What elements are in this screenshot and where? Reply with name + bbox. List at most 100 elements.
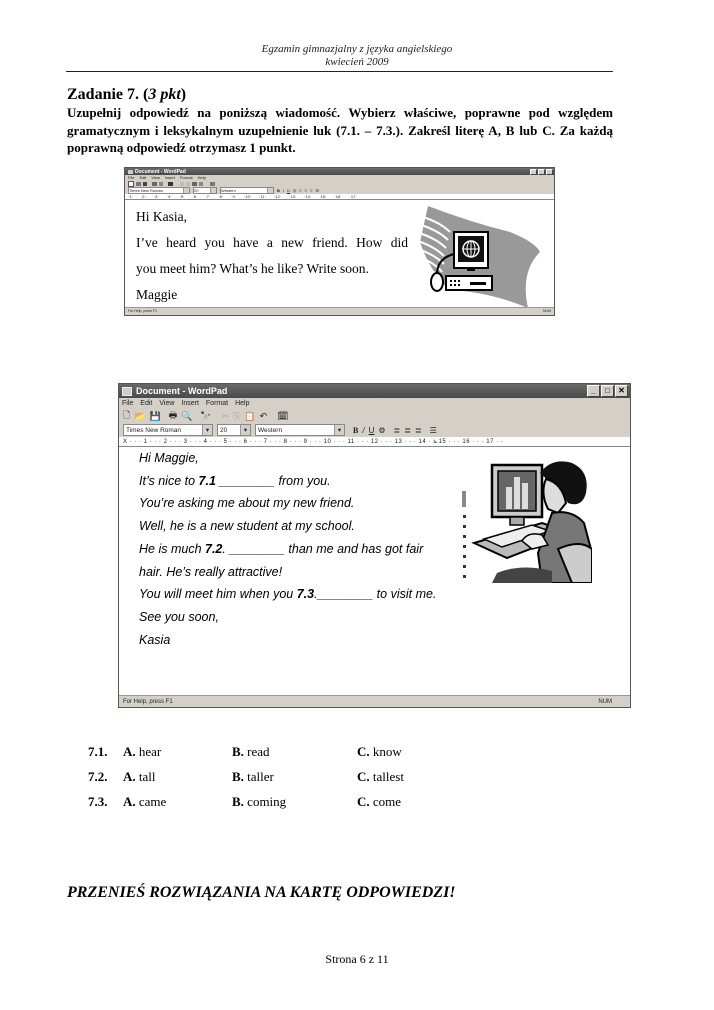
script-select[interactable]: Western ▾ xyxy=(255,424,345,436)
exam-header-date: kwiecień 2009 xyxy=(325,56,389,68)
format-bar: Times New Roman 20 Western B I U ◎ ≡ ≡ ≡… xyxy=(125,187,554,194)
save-icon[interactable] xyxy=(143,181,147,186)
document-area[interactable]: Hi Kasia, I’ve heard you have a new frie… xyxy=(125,199,554,308)
close-button[interactable]: ✕ xyxy=(615,385,628,397)
menu-file[interactable]: File xyxy=(128,175,134,180)
find-icon[interactable] xyxy=(168,181,173,186)
minimize-button[interactable] xyxy=(530,168,537,175)
menu-file[interactable]: File xyxy=(122,400,133,407)
menu-insert[interactable]: Insert xyxy=(165,175,175,180)
align-left-icon[interactable]: ≡ xyxy=(299,188,301,193)
find-icon[interactable]: 🔭 xyxy=(200,411,211,422)
italic-icon[interactable]: I xyxy=(283,188,284,193)
menu-view[interactable]: View xyxy=(159,400,174,407)
menu-edit[interactable]: Edit xyxy=(140,400,152,407)
menu-view[interactable]: View xyxy=(151,175,160,180)
paste-icon[interactable] xyxy=(192,181,197,186)
option-c[interactable]: C. come xyxy=(357,794,437,810)
option-b[interactable]: B. taller xyxy=(232,769,357,785)
question-number: 7.3. xyxy=(88,793,108,809)
cut-icon[interactable] xyxy=(180,181,184,186)
print-preview-icon[interactable] xyxy=(159,181,163,186)
reply-line-gap-7-3: You will meet him when you 7.3.________ … xyxy=(139,583,436,606)
align-right-icon[interactable]: ≡ xyxy=(310,188,312,193)
new-icon[interactable] xyxy=(128,180,134,187)
chevron-down-icon xyxy=(183,188,189,193)
date-time-icon[interactable] xyxy=(210,181,215,186)
window-titlebar: Document - WordPad _ □ ✕ xyxy=(119,384,630,398)
bold-icon[interactable]: B xyxy=(277,188,280,193)
option-c[interactable]: C. tallest xyxy=(357,769,437,785)
print-icon[interactable] xyxy=(152,181,157,186)
align-left-icon[interactable]: ≣ xyxy=(394,426,401,435)
print-icon[interactable]: 🖶 xyxy=(169,408,178,424)
font-select[interactable]: Times New Roman ▾ xyxy=(123,424,213,436)
menu-format[interactable]: Format xyxy=(206,400,228,407)
paste-icon[interactable]: 📋 xyxy=(244,411,255,422)
option-letter: A. xyxy=(123,769,136,785)
task-title: Zadanie 7. (3 pkt) xyxy=(67,86,186,104)
underline-icon[interactable]: U xyxy=(287,188,290,193)
font-size-select[interactable]: 20 xyxy=(193,187,217,194)
reply-signature: Kasia xyxy=(139,632,171,647)
bullets-icon[interactable]: ☰ xyxy=(315,188,319,193)
option-a[interactable]: A. hear xyxy=(123,744,232,760)
bold-icon[interactable]: B xyxy=(353,426,358,435)
font-select[interactable]: Times New Roman xyxy=(128,187,190,194)
script-value: Western xyxy=(221,188,236,193)
open-icon[interactable]: 📂 xyxy=(134,411,145,422)
underline-icon[interactable]: U xyxy=(369,426,375,435)
color-icon[interactable]: ⚙ xyxy=(378,426,385,435)
option-c[interactable]: C. know xyxy=(357,744,437,760)
option-row-7-3: 7.3. A. came B. coming C. come xyxy=(88,790,437,815)
reply-line-gap-7-1: It’s nice to 7.1 ________ from you. xyxy=(139,470,436,493)
option-row-7-1: 7.1. A. hear B. read C. know xyxy=(88,740,437,765)
italic-icon[interactable]: / xyxy=(362,426,364,435)
new-icon[interactable]: 🗋 xyxy=(123,408,130,424)
script-select[interactable]: Western xyxy=(220,187,274,194)
wordpad-app-icon xyxy=(128,169,133,174)
menu-help[interactable]: Help xyxy=(198,175,206,180)
menu-edit[interactable]: Edit xyxy=(139,175,146,180)
menu-insert[interactable]: Insert xyxy=(181,400,199,407)
copy-icon[interactable]: ⎘ xyxy=(233,411,240,422)
date-time-icon[interactable]: 🗓 xyxy=(277,411,288,422)
align-center-icon[interactable]: ≡ xyxy=(305,188,307,193)
align-right-icon[interactable]: ≣ xyxy=(415,426,422,435)
chevron-down-icon xyxy=(267,188,273,193)
status-bar: For Help, press F1 NUM xyxy=(119,695,630,708)
align-center-icon[interactable]: ≣ xyxy=(404,426,411,435)
option-a[interactable]: A. tall xyxy=(123,769,232,785)
close-button[interactable] xyxy=(546,168,553,175)
maximize-button[interactable] xyxy=(538,168,545,175)
chevron-down-icon: ▾ xyxy=(240,425,250,435)
menu-format[interactable]: Format xyxy=(180,175,193,180)
undo-icon[interactable] xyxy=(199,181,203,186)
wordpad-app-icon xyxy=(122,386,132,396)
message-signature: Maggie xyxy=(136,287,178,302)
message-text: Hi Kasia, I’ve heard you have a new frie… xyxy=(136,204,408,308)
option-b[interactable]: B. coming xyxy=(232,794,357,810)
cut-icon[interactable]: ✂ xyxy=(222,411,230,422)
reply-text: Hi Maggie, It’s nice to 7.1 ________ fro… xyxy=(139,447,436,651)
copy-icon[interactable] xyxy=(186,181,190,186)
menu-help[interactable]: Help xyxy=(235,400,249,407)
maximize-button[interactable]: □ xyxy=(601,385,614,397)
save-icon[interactable]: 💾 xyxy=(149,411,160,422)
undo-icon[interactable]: ↶ xyxy=(260,411,268,422)
print-preview-icon[interactable]: 🔍 xyxy=(181,411,192,422)
open-icon[interactable] xyxy=(136,181,141,186)
bullets-icon[interactable]: ☰ xyxy=(430,426,437,435)
font-size-select[interactable]: 20 ▾ xyxy=(217,424,251,436)
option-text: hear xyxy=(138,744,162,760)
option-b[interactable]: B. read xyxy=(232,744,357,760)
exam-header-title: Egzamin gimnazjalny z języka angielskieg… xyxy=(261,43,453,55)
color-icon[interactable]: ◎ xyxy=(293,188,297,193)
minimize-button[interactable]: _ xyxy=(587,385,600,397)
option-a[interactable]: A. came xyxy=(123,794,232,810)
ruler[interactable]: X · · · 1 · · · 2 · · · 3 · · · 4 · · · … xyxy=(119,437,630,446)
ruler-scale: X · · · 1 · · · 2 · · · 3 · · · 4 · · · … xyxy=(123,439,504,445)
format-bar: Times New Roman ▾ 20 ▾ Western ▾ B / U ⚙ ≣ … xyxy=(119,423,630,437)
option-text: come xyxy=(372,793,402,809)
document-area[interactable]: Hi Maggie, It’s nice to 7.1 ________ fro… xyxy=(119,446,630,695)
